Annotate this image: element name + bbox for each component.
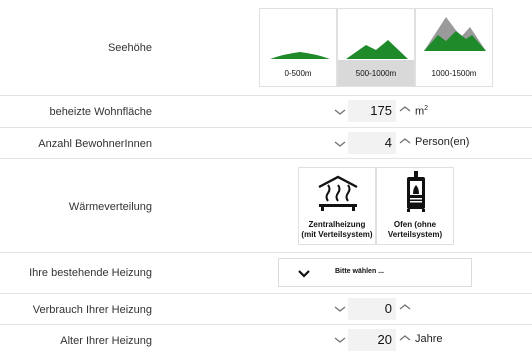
area-label: beheizte Wohnfläche [49, 106, 152, 118]
area-unit: m2 [415, 105, 429, 118]
consumption-label: Verbrauch Ihrer Heizung [32, 304, 152, 316]
chevron-down-icon[interactable] [333, 139, 347, 149]
area-row: beheizte Wohnfläche 175 m2 [0, 96, 532, 128]
age-unit: Jahre [415, 333, 443, 345]
chevron-down-icon [298, 270, 310, 278]
chevron-up-icon[interactable] [398, 136, 412, 146]
age-value[interactable]: 20 [348, 329, 396, 351]
consumption-value[interactable]: 0 [348, 298, 396, 320]
low-hill-icon [270, 52, 330, 59]
altitude-row: Seehöhe 0-500m 500-1000m 1000-1500m [0, 0, 532, 96]
distribution-option-stove-label: Ofen (ohne Verteilsystem) [387, 220, 443, 239]
altitude-option-mid-label: 500-1000m [355, 69, 397, 78]
chevron-down-icon[interactable] [333, 304, 347, 314]
distribution-row: Wärmeverteilung Zentralheizung (mit Vert… [0, 159, 532, 253]
high-mountain-icon [424, 17, 486, 51]
distribution-option-stove[interactable]: Ofen (ohne Verteilsystem) [376, 167, 454, 245]
chevron-down-icon[interactable] [333, 107, 347, 117]
altitude-option-high[interactable]: 1000-1500m [415, 8, 493, 87]
consumption-row: Verbrauch Ihrer Heizung 0 [0, 294, 532, 325]
age-row: Alter Ihrer Heizung 20 Jahre [0, 325, 532, 355]
altitude-option-low-label: 0-500m [284, 69, 312, 78]
altitude-label: Seehöhe [107, 42, 152, 54]
heating-select-value: Bitte wählen ... [335, 268, 385, 275]
residents-value[interactable]: 4 [348, 132, 396, 154]
distribution-option-central[interactable]: Zentralheizung (mit Verteilsystem) [298, 167, 376, 245]
residents-label: Anzahl BewohnerInnen [38, 138, 152, 150]
chevron-up-icon[interactable] [398, 302, 412, 312]
residents-unit: Person(en) [415, 136, 470, 148]
altitude-option-mid[interactable]: 500-1000m [337, 8, 415, 87]
altitude-option-high-label: 1000-1500m [431, 69, 477, 78]
mid-mountain-icon [346, 40, 408, 59]
radiator-heat-icon [318, 175, 358, 211]
heating-label: Ihre bestehende Heizung [29, 267, 152, 279]
chevron-down-icon[interactable] [333, 335, 347, 345]
chevron-up-icon[interactable] [398, 104, 412, 114]
residents-row: Anzahl BewohnerInnen 4 Person(en) [0, 128, 532, 159]
stove-icon [407, 171, 425, 212]
altitude-option-low[interactable]: 0-500m [259, 8, 337, 87]
heating-select[interactable]: Bitte wählen ... [278, 258, 472, 287]
chevron-up-icon[interactable] [398, 333, 412, 343]
area-value[interactable]: 175 [348, 100, 396, 122]
distribution-label: Wärmeverteilung [68, 201, 152, 213]
distribution-option-central-label: Zentralheizung (mit Verteilsystem) [301, 220, 373, 239]
age-label: Alter Ihrer Heizung [60, 335, 152, 347]
